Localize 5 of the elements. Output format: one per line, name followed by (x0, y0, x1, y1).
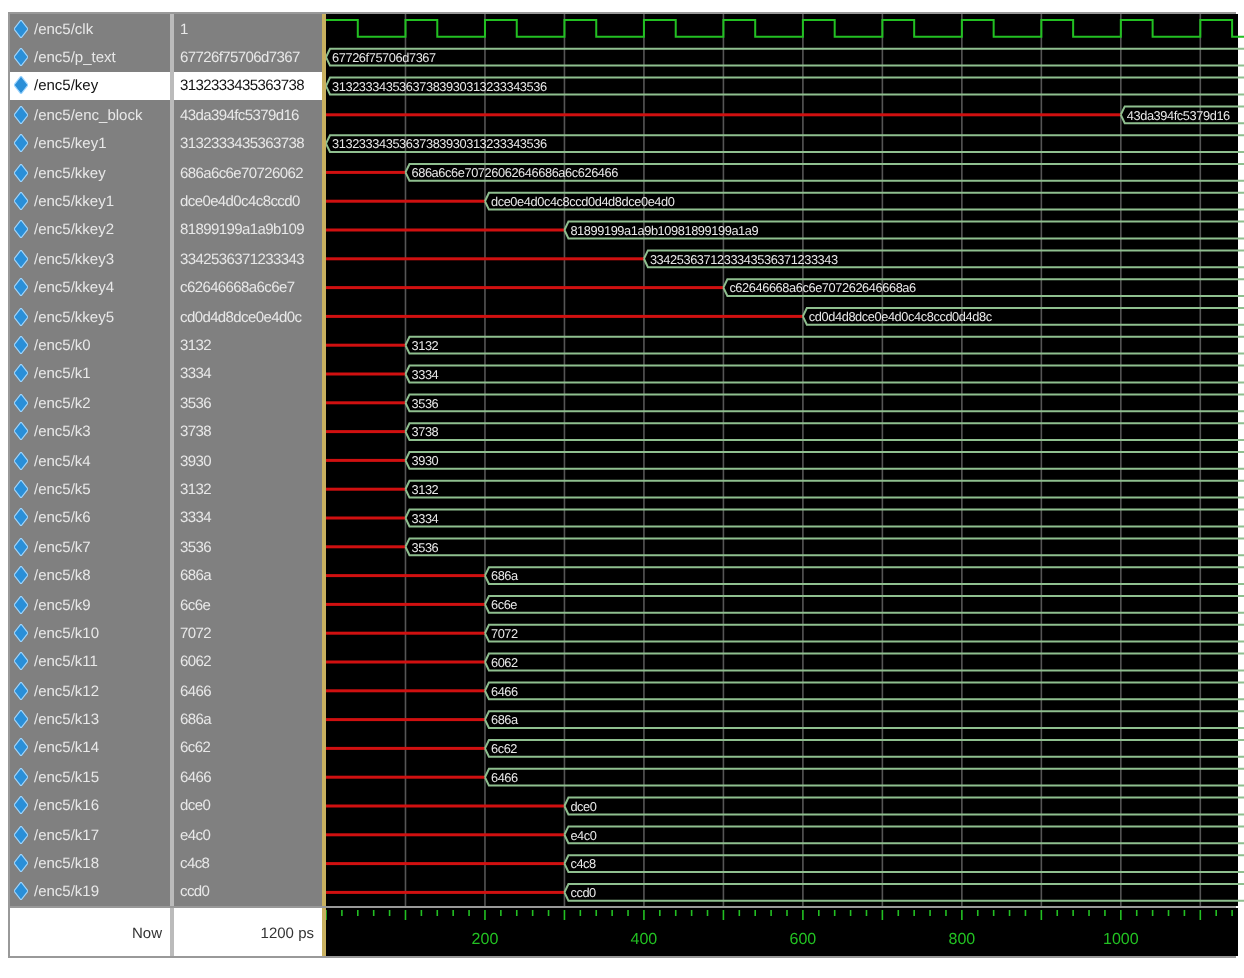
time-label: 600 (789, 930, 817, 949)
time-label: 400 (630, 930, 658, 949)
time-label: 1000 (1103, 930, 1139, 949)
time-label: 200 (471, 930, 499, 949)
time-label: 800 (948, 930, 976, 949)
